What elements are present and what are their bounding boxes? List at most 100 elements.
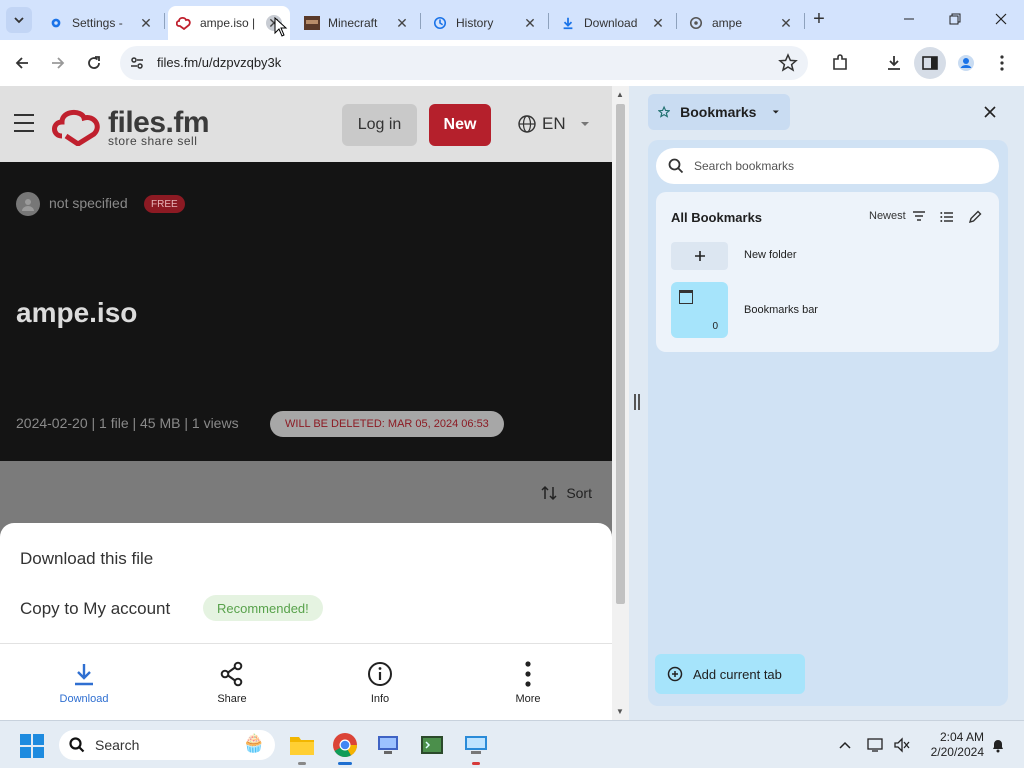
notifications-button[interactable] <box>988 735 1008 755</box>
windows-start-button[interactable] <box>20 734 44 758</box>
taskbar-app-monitor[interactable] <box>374 731 402 759</box>
extensions-button[interactable] <box>828 51 852 75</box>
downloads-button[interactable] <box>882 51 906 75</box>
tab-close-button[interactable]: ✕ <box>778 15 794 31</box>
tab-search-button[interactable] <box>6 7 32 33</box>
scroll-up-arrow[interactable]: ▲ <box>616 90 624 99</box>
site-info-icon[interactable] <box>129 55 145 71</box>
address-bar[interactable]: files.fm/u/dzpvzqby3k <box>120 46 808 80</box>
bookmark-sort-label: Newest <box>869 210 906 222</box>
restore-button[interactable] <box>944 8 966 30</box>
more-vert-icon <box>1000 55 1004 71</box>
pencil-icon <box>968 210 982 224</box>
sort-button[interactable]: Sort <box>540 484 592 502</box>
nav-label: Download <box>59 693 109 705</box>
scroll-down-arrow[interactable]: ▼ <box>616 707 624 716</box>
profile-button[interactable] <box>954 51 978 75</box>
close-window-button[interactable] <box>990 8 1012 30</box>
tab-files-fm[interactable]: ampe.iso | ✕ <box>168 6 290 40</box>
globe-icon <box>518 115 536 133</box>
tray-overflow-button[interactable] <box>836 735 854 755</box>
bookmarks-bar-label[interactable]: Bookmarks bar <box>744 304 818 316</box>
search-icon <box>668 158 684 174</box>
browser-menu-button[interactable] <box>990 51 1014 75</box>
filesfm-logo[interactable]: files.fm store share sell <box>52 106 210 148</box>
add-current-tab-button[interactable]: Add current tab <box>655 654 805 694</box>
avatar-icon <box>958 55 974 71</box>
filesfm-logo-icon <box>52 110 100 146</box>
add-circle-icon <box>667 666 683 682</box>
tab-ampe[interactable]: ampe ✕ <box>680 6 802 40</box>
tab-close-button[interactable]: ✕ <box>522 15 538 31</box>
nav-share[interactable]: Share <box>192 659 272 705</box>
tab-history[interactable]: History ✕ <box>424 6 546 40</box>
new-folder-button[interactable] <box>671 242 728 270</box>
back-button[interactable] <box>10 51 34 75</box>
tray-volume[interactable] <box>892 735 912 755</box>
taskbar-file-explorer[interactable] <box>288 731 316 765</box>
history-icon <box>432 15 448 31</box>
hamburger-menu-icon[interactable] <box>14 114 34 132</box>
nav-download[interactable]: Download <box>44 659 124 705</box>
terminal-app-icon <box>421 736 443 754</box>
tab-settings[interactable]: Settings - ✕ <box>40 6 162 40</box>
taskbar-chrome[interactable] <box>331 731 359 765</box>
taskbar-app-remote[interactable] <box>462 731 490 765</box>
new-button[interactable]: New <box>429 104 491 146</box>
page-scrollbar[interactable]: ▲ ▼ <box>612 86 629 720</box>
reload-button[interactable] <box>82 51 106 75</box>
tab-close-button[interactable]: ✕ <box>394 15 410 31</box>
bookmark-sort-button[interactable]: Newest <box>869 210 926 222</box>
edit-bookmarks-button[interactable] <box>968 210 984 226</box>
side-panel-resize-handle[interactable] <box>634 394 640 410</box>
forward-button[interactable] <box>46 51 70 75</box>
web-content: files.fm store share sell Log in New EN … <box>0 86 612 720</box>
scrollbar-thumb[interactable] <box>616 104 625 604</box>
language-label: EN <box>542 114 566 133</box>
bookmark-star-button[interactable] <box>778 53 798 73</box>
language-selector[interactable]: EN <box>518 114 590 134</box>
tab-minecraft[interactable]: Minecraft ✕ <box>296 6 418 40</box>
taskbar-clock[interactable]: 2:04 AM 2/20/2024 <box>920 730 984 760</box>
download-icon <box>44 659 124 689</box>
download-icon <box>560 15 576 31</box>
nav-label: Info <box>370 693 390 705</box>
sort-icon <box>541 485 557 501</box>
nav-more[interactable]: More <box>488 659 568 705</box>
copy-to-account-option[interactable]: Copy to My account <box>20 599 170 619</box>
bookmark-search-input[interactable]: Search bookmarks <box>656 148 999 184</box>
clock-time: 2:04 AM <box>939 730 984 744</box>
new-tab-button[interactable]: + <box>808 8 830 30</box>
new-folder-label[interactable]: New folder <box>744 249 797 261</box>
search-icon <box>69 737 85 753</box>
download-this-file-option[interactable]: Download this file <box>20 549 153 569</box>
side-panel-title: Bookmarks <box>680 104 757 120</box>
info-icon <box>340 659 420 689</box>
filesfm-icon <box>176 15 192 31</box>
tray-network[interactable] <box>866 735 886 755</box>
clock-date: 2/20/2024 <box>930 745 984 759</box>
taskbar-search[interactable]: Search 🧁 <box>59 730 275 760</box>
list-view-icon <box>940 212 953 222</box>
file-title: ampe.iso <box>16 297 138 328</box>
tab-title: Settings - <box>72 16 123 30</box>
tab-close-button[interactable]: ✕ <box>138 15 154 31</box>
tab-separator <box>164 13 165 29</box>
puzzle-icon <box>833 54 847 70</box>
side-panel-button[interactable] <box>914 47 946 79</box>
close-side-panel-button[interactable] <box>980 102 1000 122</box>
tab-downloads[interactable]: Download ✕ <box>552 6 674 40</box>
tab-close-button[interactable]: ✕ <box>650 15 666 31</box>
side-panel-selector[interactable]: Bookmarks <box>648 94 790 130</box>
tab-separator <box>676 13 677 29</box>
filter-lines-icon <box>912 211 925 221</box>
minimize-button[interactable] <box>898 8 920 30</box>
site-header: files.fm store share sell Log in New EN <box>0 86 612 162</box>
file-hero: not specified FREE ampe.iso 2024-02-20 |… <box>0 162 612 461</box>
nav-info[interactable]: Info <box>340 659 420 705</box>
bookmarks-bar-folder[interactable]: 0 <box>671 282 728 338</box>
login-button[interactable]: Log in <box>342 104 417 146</box>
list-view-button[interactable] <box>940 210 956 226</box>
mouse-cursor-icon <box>274 17 288 37</box>
taskbar-app-terminal[interactable] <box>418 731 446 759</box>
